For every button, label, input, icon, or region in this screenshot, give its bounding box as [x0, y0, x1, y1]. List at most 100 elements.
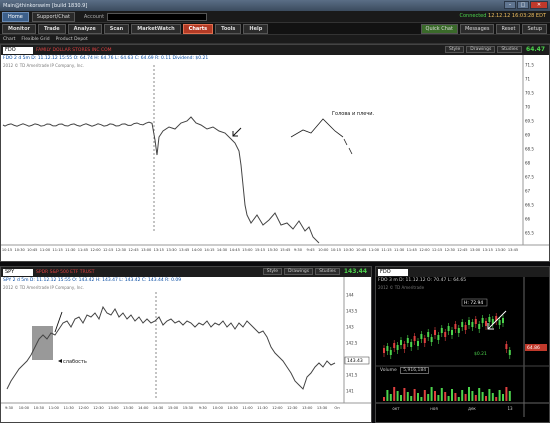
spy-chart-header: SPY SPDR S&P 500 ETF TRUST Style Drawing…	[1, 267, 371, 277]
candle-body	[481, 318, 484, 323]
volume-bar	[502, 394, 504, 401]
volume-bar	[437, 395, 440, 401]
tab-analyze[interactable]: Analyze	[67, 23, 102, 34]
tab-marketwatch[interactable]: MarketWatch	[131, 23, 181, 34]
main-x-tick-label: 10:30	[343, 248, 354, 252]
main-x-tick-label: 13:00	[141, 248, 152, 252]
connection-state: Connected	[459, 13, 487, 19]
spy-x-tick-label: 11:30	[63, 406, 74, 410]
volume-bar	[457, 397, 460, 401]
tab-help[interactable]: Help	[243, 23, 269, 34]
fdo-daily-chart-panel: FDO FDO 3 m D: 11.12.12 O: 70.47 L: 64.6…	[375, 266, 550, 423]
candle-body	[505, 344, 508, 349]
main-y-tick-label: 67.5	[525, 175, 534, 180]
main-studies-button[interactable]: Studies	[497, 46, 523, 53]
maximize-button[interactable]: □	[517, 1, 529, 9]
fdo-low-tag-text: $0.21	[474, 351, 487, 357]
candle-body	[400, 340, 402, 345]
candle-body	[454, 324, 457, 329]
candle-body	[389, 350, 392, 355]
fdo-daily-x-tick-label: окт	[392, 406, 400, 411]
main-x-tick-label: 13:15	[154, 248, 164, 252]
setup-button[interactable]: Setup	[522, 24, 547, 34]
volume-bar	[413, 389, 416, 401]
volume-bar	[434, 391, 436, 401]
minimize-button[interactable]: –	[504, 1, 516, 9]
chart-tool[interactable]: Chart	[3, 37, 15, 42]
spy-x-tick-label: 14:30	[153, 406, 164, 410]
spy-x-tick-label: 12:30	[287, 406, 298, 410]
product-depot-tool[interactable]: Product Depot	[56, 37, 88, 42]
spy-chart-buttons: Style Drawings Studies 143.44	[262, 268, 369, 275]
spy-studies-button[interactable]: Studies	[315, 268, 340, 275]
support-chat-button[interactable]: Support/Chat	[31, 11, 75, 22]
fdo-daily-symbol-input[interactable]: FDO	[378, 268, 408, 276]
main-x-tick-label: 10:45	[356, 248, 366, 252]
tab-trade[interactable]: Trade	[37, 23, 66, 34]
volume-bar	[485, 396, 487, 401]
candle-body	[406, 338, 409, 343]
main-x-tick-label: 15:00	[242, 248, 253, 252]
tab-charts[interactable]: Charts	[182, 23, 214, 34]
volume-header: Volume 5,916,184	[380, 367, 430, 374]
candle-body	[474, 319, 477, 324]
connection-timestamp: 12.12.12 16:03:28 EDT	[488, 13, 546, 19]
main-style-button[interactable]: Style	[444, 46, 465, 53]
spy-x-tick-label: 14:00	[138, 406, 149, 410]
fdo-daily-candles	[383, 313, 511, 359]
tab-scan[interactable]: Scan	[103, 23, 130, 34]
spy-symbol-input[interactable]: SPY	[3, 268, 33, 276]
main-x-tick-label: 13:30	[495, 248, 506, 252]
volume-bar	[474, 395, 477, 401]
main-price-line	[2, 116, 320, 244]
spy-drawings-button[interactable]: Drawings	[284, 268, 314, 275]
main-chart-panel: FDO FAMILY DOLLAR STORES INC COM Style D…	[0, 44, 550, 262]
main-annotation: Голова и плечи.	[332, 111, 375, 117]
flexible-grid-tool[interactable]: Flexible Grid	[21, 37, 49, 42]
spy-x-tick-label: 11:30	[257, 406, 268, 410]
quick-chat-button[interactable]: Quick Chat	[420, 24, 458, 34]
volume-bar	[383, 397, 385, 401]
volume-bar	[423, 390, 426, 401]
spy-x-tick-label: 12:30	[93, 406, 104, 410]
account-select[interactable]	[107, 12, 208, 21]
window-title: Main@thinkorswim [build 1830.9]	[3, 2, 88, 9]
volume-bar	[471, 391, 474, 401]
main-x-tick-label: 11:45	[407, 248, 417, 252]
spy-style-button[interactable]: Style	[262, 268, 283, 275]
main-drawings-button[interactable]: Drawings	[466, 46, 496, 53]
reset-button[interactable]: Reset	[496, 24, 521, 34]
main-y-tick-label: 68	[525, 161, 531, 166]
main-symbol-input[interactable]: FDO	[3, 46, 33, 54]
main-x-tick-label: 11:15	[52, 248, 62, 252]
main-y-tick-label: 69.5	[525, 119, 534, 124]
volume-bar	[406, 392, 409, 401]
fdo-daily-header: FDO	[376, 267, 549, 277]
window-controls: – □ ✕	[504, 1, 548, 9]
main-chart-header: FDO FAMILY DOLLAR STORES INC COM Style D…	[1, 45, 549, 55]
fdo-daily-x-tick-label: дек	[468, 406, 476, 411]
candle-body	[451, 330, 453, 335]
candle-body	[437, 335, 440, 340]
spy-x-tick-label: 13:00	[108, 406, 119, 410]
tab-tools[interactable]: Tools	[215, 23, 242, 34]
volume-bar	[393, 387, 396, 401]
volume-bar	[468, 387, 470, 401]
volume-bar	[464, 394, 467, 401]
main-x-tick-label: 13:45	[179, 248, 189, 252]
main-y-tick-label: 70	[525, 105, 531, 110]
fdo-daily-x-tick-label: ноя	[430, 406, 438, 411]
main-x-tick-label: 11:00	[40, 248, 51, 252]
main-y-tick-label: 69	[525, 133, 531, 138]
main-x-tick-label: 12:30	[445, 248, 456, 252]
tab-monitor[interactable]: Monitor	[2, 23, 36, 34]
close-button[interactable]: ✕	[530, 1, 548, 9]
volume-bar	[505, 387, 508, 401]
volume-label: Volume	[380, 368, 397, 373]
candle-body	[478, 324, 481, 329]
spy-y-tick-label: 143	[346, 325, 354, 330]
volume-bar	[461, 390, 464, 401]
messages-button[interactable]: Messages	[459, 24, 495, 34]
main-x-tick-label: 9:30	[294, 248, 303, 252]
home-button[interactable]: Home	[2, 11, 29, 22]
